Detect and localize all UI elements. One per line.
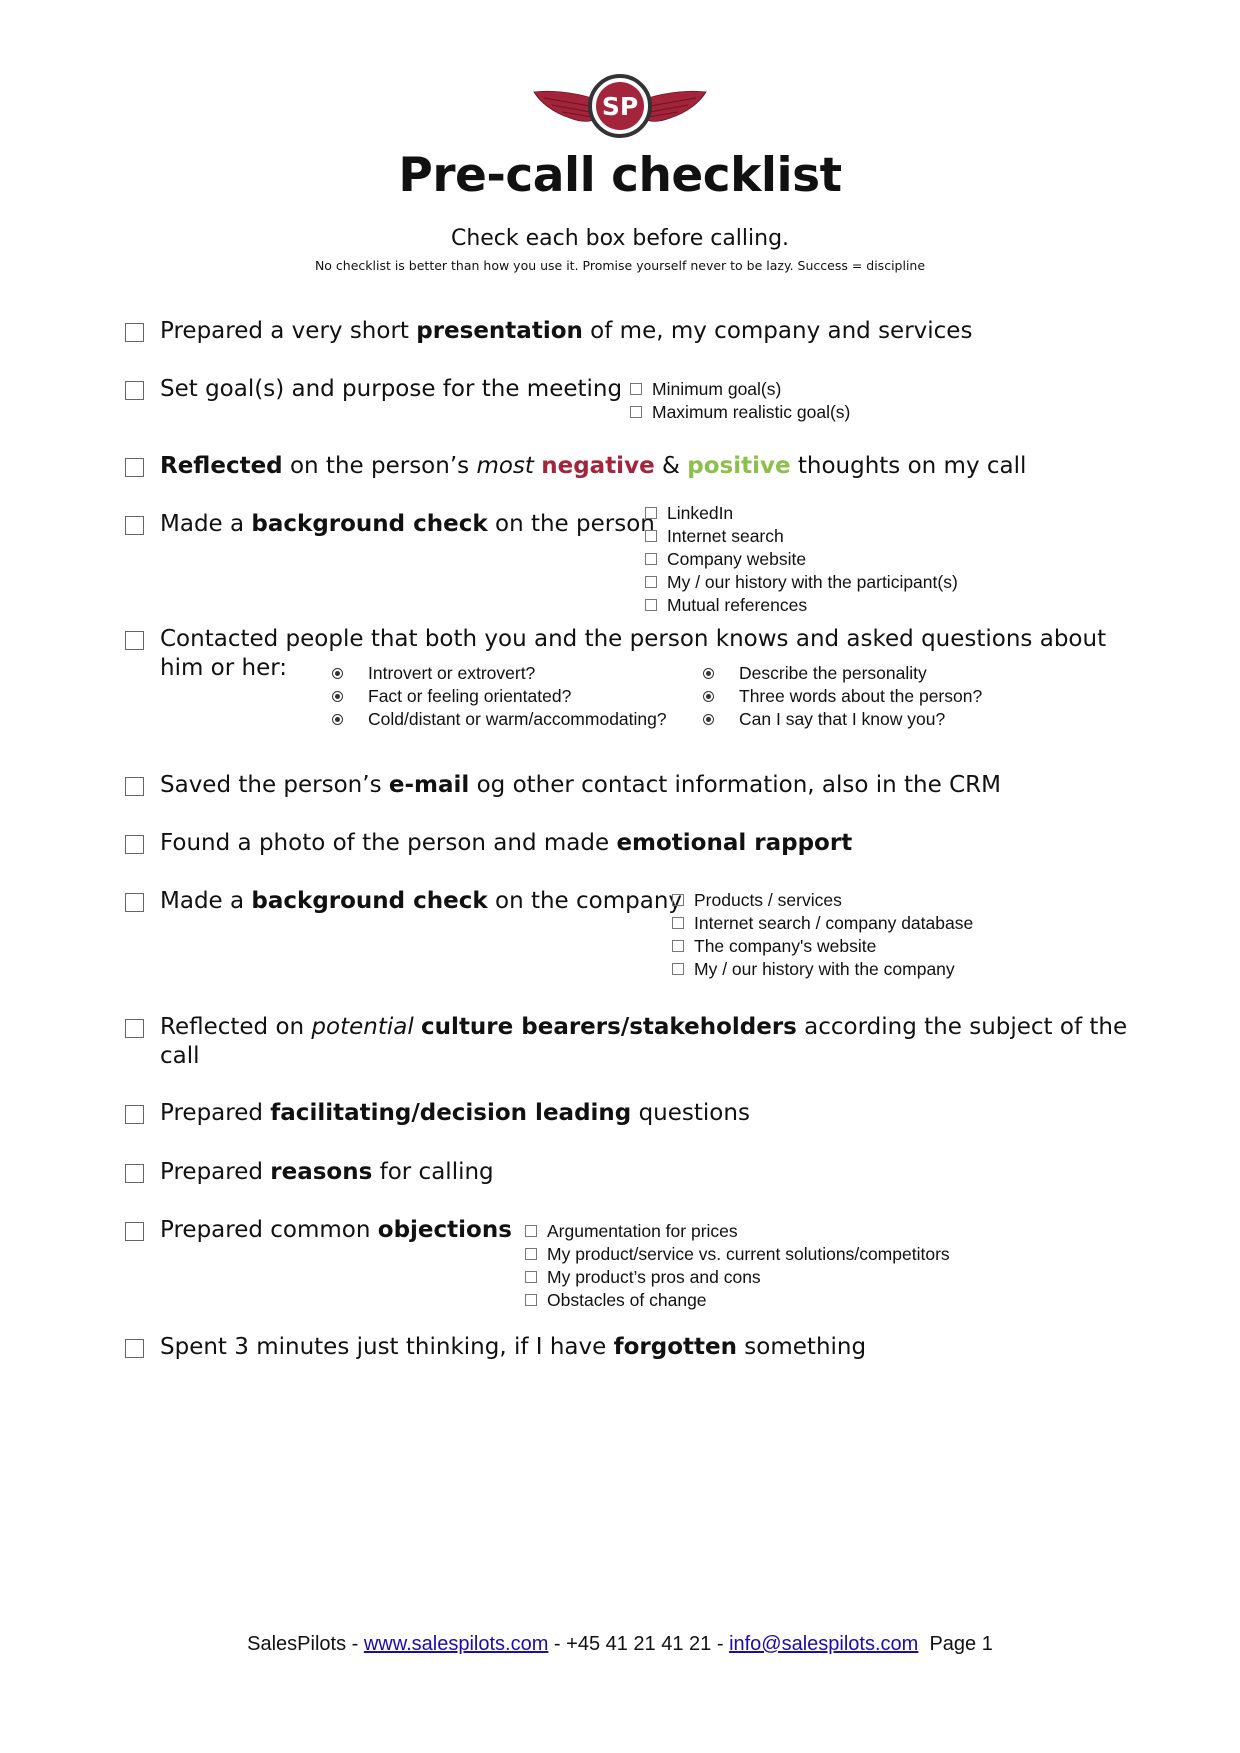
checkbox[interactable] — [125, 516, 144, 535]
sub-item: The company's website — [672, 935, 973, 958]
email-link[interactable]: info@salespilots.com — [729, 1633, 918, 1655]
page-number: Page 1 — [918, 1633, 993, 1655]
checkbox[interactable] — [125, 1164, 144, 1183]
question-item: Three words about the person? — [703, 685, 982, 708]
sub-item: Internet search — [645, 525, 958, 548]
radio-bullet-icon — [332, 668, 343, 679]
sub-item: Products / services — [672, 889, 973, 912]
footer: SalesPilots - www.salespilots.com - +45 … — [247, 1633, 993, 1655]
website-link[interactable]: www.salespilots.com — [364, 1633, 549, 1655]
question-item: Cold/distant or warm/accommodating? — [332, 708, 667, 731]
question-item: Describe the personality — [703, 662, 982, 685]
sub-checklist: Minimum goal(s) Maximum realistic goal(s… — [630, 378, 850, 424]
sub-checkbox[interactable] — [645, 553, 657, 565]
radio-bullet-icon — [703, 691, 714, 702]
logo-text: SP — [602, 92, 638, 121]
sub-item: Argumentation for prices — [525, 1220, 950, 1243]
question-item: Introvert or extrovert? — [332, 662, 667, 685]
radio-bullet-icon — [332, 691, 343, 702]
question-item: Can I say that I know you? — [703, 708, 982, 731]
checkbox[interactable] — [125, 835, 144, 854]
sub-checkbox[interactable] — [630, 406, 642, 418]
checkbox[interactable] — [125, 381, 144, 400]
sub-checkbox[interactable] — [645, 507, 657, 519]
sub-checklist: LinkedIn Internet search Company website… — [645, 502, 958, 617]
sub-checkbox[interactable] — [672, 917, 684, 929]
sub-checklist: Products / services Internet search / co… — [672, 889, 973, 981]
checkbox[interactable] — [125, 1339, 144, 1358]
sub-checkbox[interactable] — [672, 894, 684, 906]
sub-checklist: Argumentation for prices My product/serv… — [525, 1220, 950, 1312]
question-list-left: Introvert or extrovert? Fact or feeling … — [332, 662, 667, 731]
radio-bullet-icon — [703, 668, 714, 679]
sub-item: Obstacles of change — [525, 1289, 950, 1312]
sub-checkbox[interactable] — [645, 599, 657, 611]
sub-item: Internet search / company database — [672, 912, 973, 935]
page-title: Pre-call checklist — [398, 148, 842, 203]
checkbox[interactable] — [125, 1105, 144, 1124]
sub-checkbox[interactable] — [645, 530, 657, 542]
checkbox[interactable] — [125, 323, 144, 342]
sub-checkbox[interactable] — [525, 1294, 537, 1306]
sub-checkbox[interactable] — [630, 383, 642, 395]
radio-bullet-icon — [703, 714, 714, 725]
salespilots-logo: SP — [533, 74, 707, 138]
question-item: Fact or feeling orientated? — [332, 685, 667, 708]
sub-checkbox[interactable] — [672, 940, 684, 952]
tagline: No checklist is better than how you use … — [314, 258, 926, 273]
sub-item: Minimum goal(s) — [630, 378, 850, 401]
sub-item: My / our history with the participant(s) — [645, 571, 958, 594]
positive-word: positive — [687, 453, 791, 479]
sub-item: Company website — [645, 548, 958, 571]
sub-item: My product/service vs. current solutions… — [525, 1243, 950, 1266]
question-list-right: Describe the personality Three words abo… — [703, 662, 982, 731]
sub-checkbox[interactable] — [525, 1271, 537, 1283]
sub-checkbox[interactable] — [645, 576, 657, 588]
sub-checkbox[interactable] — [525, 1248, 537, 1260]
sub-checkbox[interactable] — [525, 1225, 537, 1237]
sub-item: My / our history with the company — [672, 958, 973, 981]
subtitle: Check each box before calling. — [450, 226, 790, 251]
radio-bullet-icon — [332, 714, 343, 725]
checkbox[interactable] — [125, 631, 144, 650]
sub-item: Mutual references — [645, 594, 958, 617]
checkbox[interactable] — [125, 777, 144, 796]
sub-checkbox[interactable] — [672, 963, 684, 975]
sub-item: LinkedIn — [645, 502, 958, 525]
sub-item: My product’s pros and cons — [525, 1266, 950, 1289]
checkbox[interactable] — [125, 458, 144, 477]
checkbox[interactable] — [125, 1222, 144, 1241]
negative-word: negative — [541, 453, 655, 479]
checkbox[interactable] — [125, 893, 144, 912]
checkbox[interactable] — [125, 1019, 144, 1038]
sub-item: Maximum realistic goal(s) — [630, 401, 850, 424]
